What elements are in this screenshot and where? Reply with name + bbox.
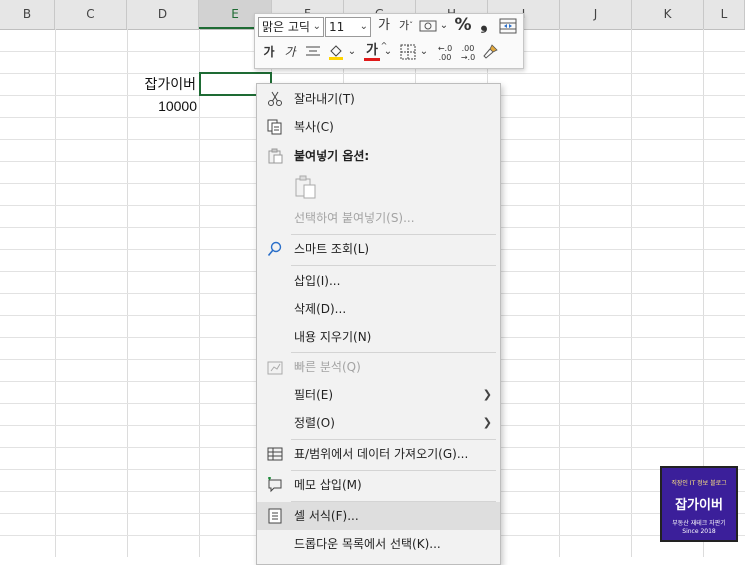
menu-item-label: 내용 지우기(N) xyxy=(294,330,372,344)
format-painter-button[interactable] xyxy=(481,42,499,62)
menu-item-pick-from-dropdown[interactable]: 드롭다운 목록에서 선택(K)... xyxy=(257,530,500,558)
paste-icon xyxy=(295,175,316,199)
logo-top-line: 직장인 IT 정보 블로그 xyxy=(671,480,727,487)
percent-style-button[interactable]: % xyxy=(453,15,473,35)
borders-button[interactable] xyxy=(399,42,417,62)
merge-center-icon xyxy=(499,18,517,34)
column-header-b[interactable]: B xyxy=(0,0,55,29)
menu-item-copy[interactable]: 복사(C) xyxy=(257,113,500,141)
fill-color-button[interactable] xyxy=(327,42,345,62)
fill-color-dropdown-button[interactable]: ⌄ xyxy=(347,42,357,62)
menu-item-label: 스마트 조회(L) xyxy=(294,242,370,256)
accounting-dropdown-button[interactable]: ⌄ xyxy=(439,16,449,36)
menu-item-label: 표/범위에서 데이터 가져오기(G)... xyxy=(294,447,469,461)
column-header-c[interactable]: C xyxy=(55,0,127,29)
format-cells-icon xyxy=(268,508,282,524)
copy-icon xyxy=(267,119,282,135)
align-center-icon xyxy=(306,46,320,56)
quick-analysis-icon xyxy=(267,361,283,375)
menu-item-label: 셀 서식(F)... xyxy=(294,509,359,523)
fill-color-icon xyxy=(329,45,343,60)
font-size-box[interactable]: 11 ⌄ xyxy=(325,17,371,37)
menu-item-sort[interactable]: 정렬(O) ❯ xyxy=(257,409,500,437)
scissors-icon xyxy=(268,91,282,106)
font-color-dropdown-button[interactable]: ⌄ xyxy=(383,42,393,62)
menu-item-label: 메모 삽입(M) xyxy=(294,478,362,492)
font-size-value: 11 xyxy=(329,20,345,34)
chevron-right-icon: ❯ xyxy=(482,388,492,401)
increase-decimal-button[interactable]: ←.0 .00 xyxy=(435,44,455,64)
chevron-down-icon: ⌄ xyxy=(359,21,368,32)
decrease-font-size-icon: 가 xyxy=(398,19,410,32)
accounting-format-button[interactable] xyxy=(418,16,438,36)
font-name-value: 맑은 고딕 xyxy=(262,20,310,34)
italic-button[interactable]: 가 xyxy=(282,42,298,62)
menu-item-label: 빠른 분석(Q) xyxy=(294,360,361,374)
menu-item-format-cells[interactable]: 셀 서식(F)... xyxy=(257,502,500,530)
chevron-down-icon: ⌄ xyxy=(347,46,357,57)
menu-item-paste-options: 붙여넣기 옵션: xyxy=(257,142,500,170)
menu-item-label: 삽입(I)... xyxy=(294,274,341,288)
smart-lookup-icon xyxy=(267,241,282,257)
logo-name: 잡가이버 xyxy=(675,498,723,513)
font-name-box[interactable]: 맑은 고딕 ⌄ xyxy=(258,17,324,37)
column-header-j[interactable]: J xyxy=(560,0,632,29)
context-menu: 잘라내기(T) 복사(C) 붙여넣기 옵션: 선택하여 붙여넣기(S)... 스… xyxy=(256,83,501,565)
chevron-down-icon: ⌄ xyxy=(419,46,429,57)
gridline xyxy=(0,73,745,74)
menu-item-insert-comment[interactable]: 메모 삽입(M) xyxy=(257,471,500,499)
logo-since: Since 2018 xyxy=(682,528,716,535)
menu-item-label: 드롭다운 목록에서 선택(K)... xyxy=(294,537,441,551)
decrease-font-size-button[interactable]: 가ˇ xyxy=(397,16,415,36)
menu-item-quick-analysis[interactable]: 빠른 분석(Q) xyxy=(257,353,500,381)
menu-item-label: 정렬(O) xyxy=(294,416,335,430)
paste-icon xyxy=(268,148,283,164)
menu-item-label: 붙여넣기 옵션: xyxy=(294,149,370,163)
bold-button[interactable]: 가 xyxy=(261,42,277,62)
column-header-d[interactable]: D xyxy=(127,0,199,29)
chevron-down-icon: ⌄ xyxy=(312,21,321,32)
menu-item-label: 삭제(D)... xyxy=(294,302,347,316)
menu-item-clear-contents[interactable]: 내용 지우기(N) xyxy=(257,323,500,351)
font-color-button[interactable]: 가 xyxy=(363,41,381,61)
borders-icon xyxy=(400,44,416,60)
format-painter-icon xyxy=(483,44,498,59)
menu-item-insert[interactable]: 삽입(I)... xyxy=(257,267,500,295)
font-color-swatch xyxy=(364,58,380,61)
merge-center-button[interactable] xyxy=(498,16,518,36)
paste-option-button[interactable] xyxy=(293,174,319,200)
column-header-k[interactable]: K xyxy=(632,0,704,29)
cell-d5[interactable]: 10000 xyxy=(130,95,197,117)
menu-item-label: 필터(E) xyxy=(294,388,334,402)
menu-item-label: 선택하여 붙여넣기(S)... xyxy=(294,211,415,225)
comma-style-button[interactable]: ❟ xyxy=(477,14,491,34)
menu-item-filter[interactable]: 필터(E) ❯ xyxy=(257,381,500,409)
chevron-down-icon: ⌄ xyxy=(383,46,393,57)
chevron-down-icon: ⌄ xyxy=(439,20,449,31)
menu-item-cut[interactable]: 잘라내기(T) xyxy=(257,85,500,113)
blog-logo: 직장인 IT 정보 블로그 잡가이버 부동산 재테크 자판기 Since 201… xyxy=(660,466,738,542)
column-header-l[interactable]: L xyxy=(704,0,745,29)
menu-item-smart-lookup[interactable]: 스마트 조회(L) xyxy=(257,235,500,263)
font-color-icon: 가 xyxy=(366,43,378,58)
increase-font-size-button[interactable]: 가^ xyxy=(375,16,393,50)
table-icon xyxy=(267,447,283,461)
borders-dropdown-button[interactable]: ⌄ xyxy=(419,42,429,62)
menu-item-delete[interactable]: 삭제(D)... xyxy=(257,295,500,323)
logo-tagline: 부동산 재테크 자판기 xyxy=(672,520,726,527)
increase-font-size-icon: 가 xyxy=(378,18,390,33)
chevron-right-icon: ❯ xyxy=(482,416,492,429)
menu-item-get-data-from-table[interactable]: 표/범위에서 데이터 가져오기(G)... xyxy=(257,440,500,468)
menu-item-label: 잘라내기(T) xyxy=(294,92,355,106)
cell-d4[interactable]: 잡가이버 xyxy=(130,73,196,95)
comment-icon xyxy=(268,477,282,493)
menu-item-paste-special[interactable]: 선택하여 붙여넣기(S)... xyxy=(257,204,500,232)
mini-toolbar: 맑은 고딕 ⌄ 11 ⌄ 가^ 가ˇ ⌄ % ❟ 가 가 ⌄ 가 ⌄ ⌄ ←.0… xyxy=(254,13,524,69)
accounting-format-icon xyxy=(419,20,437,32)
align-center-button[interactable] xyxy=(303,42,323,62)
menu-item-label: 복사(C) xyxy=(294,120,334,134)
decrease-decimal-button[interactable]: .00 →.0 xyxy=(458,44,478,64)
menu-separator xyxy=(291,265,496,266)
